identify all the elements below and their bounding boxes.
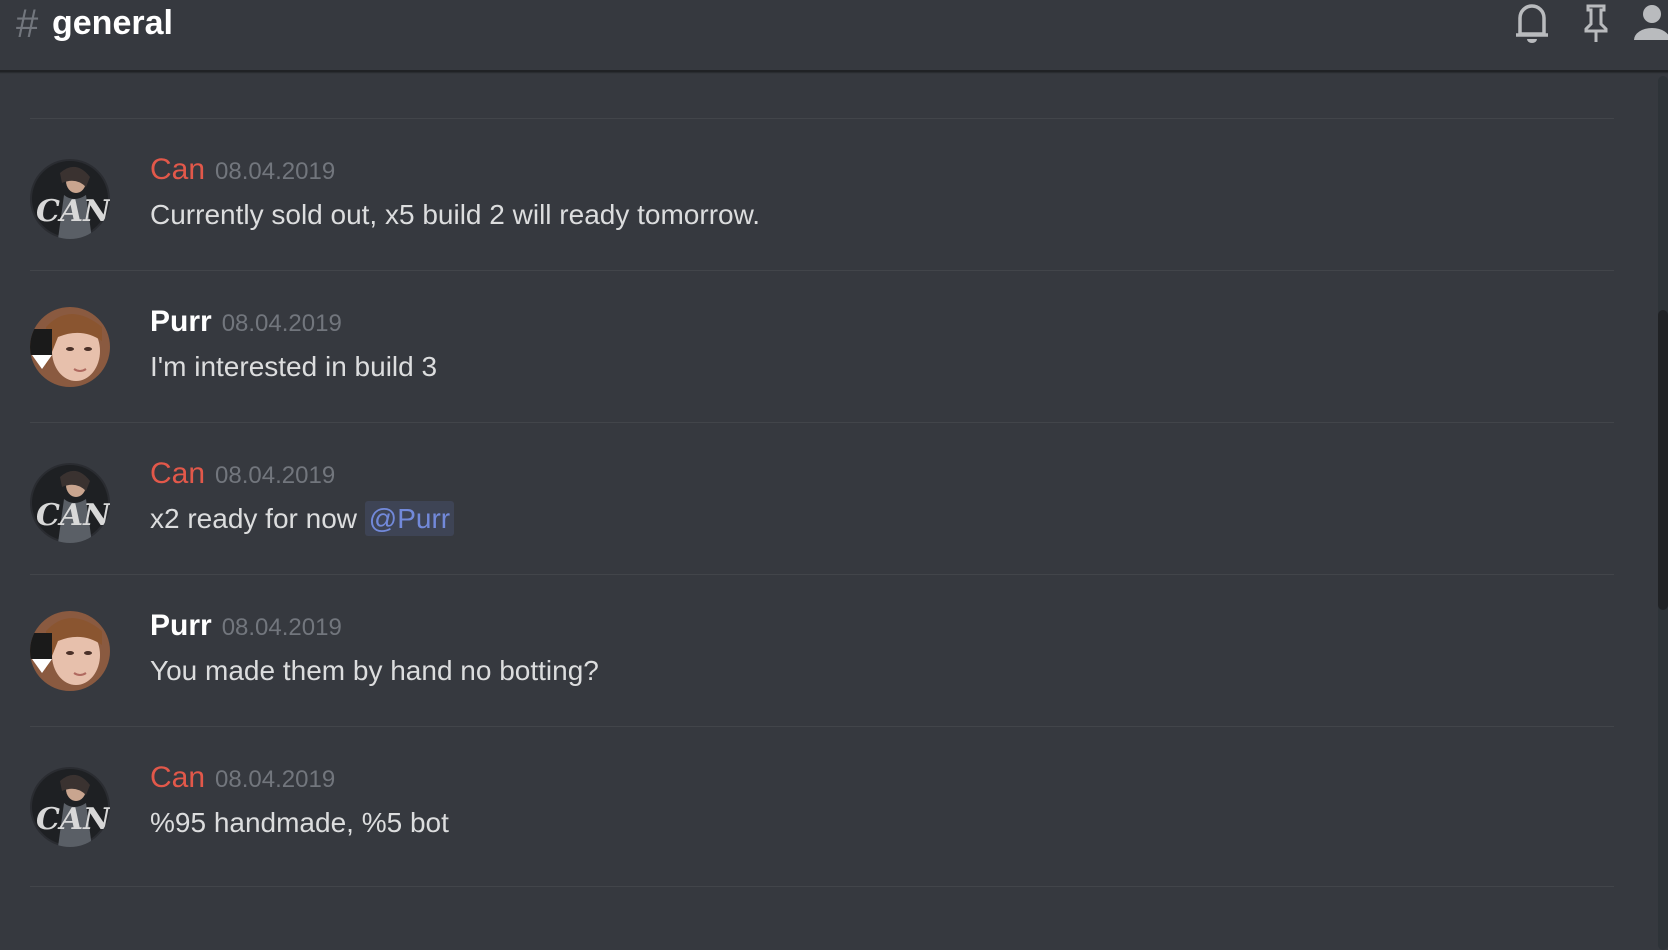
message-timestamp: 08.04.2019 xyxy=(215,158,336,185)
message-text: You made them by hand no botting? xyxy=(150,655,599,686)
avatar-can[interactable]: CAN xyxy=(30,463,110,543)
message-item: CAN Can 08.04.2019 %95 handmade, %5 bot xyxy=(30,726,1614,889)
message-timestamp: 08.04.2019 xyxy=(215,462,336,489)
message-timestamp: 08.04.2019 xyxy=(221,310,342,337)
message-text: Currently sold out, x5 build 2 will read… xyxy=(150,199,761,230)
bell-icon[interactable] xyxy=(1512,2,1552,44)
message-item: CAN Can 08.04.2019 x2 ready for now @Purr xyxy=(30,422,1614,585)
message-item: Purr 08.04.2019 You made them by hand no … xyxy=(30,574,1614,737)
message-author[interactable]: Purr 08.04.2019 xyxy=(150,305,342,339)
message-list[interactable]: CAN Can 08.04.2019 Currently sold out, x5… xyxy=(0,72,1640,950)
svg-text:CAN: CAN xyxy=(36,194,110,229)
scrollbar-thumb[interactable] xyxy=(1658,310,1668,610)
avatar-purr[interactable] xyxy=(30,307,110,387)
message-author[interactable]: Can 08.04.2019 xyxy=(150,457,335,491)
message-text: I'm interested in build 3 xyxy=(150,351,438,382)
channel-hash-icon: # xyxy=(16,2,39,46)
avatar-can[interactable]: CAN xyxy=(30,767,110,847)
message-text: x2 ready for now @Purr xyxy=(150,501,455,536)
message-author[interactable]: Can 08.04.2019 xyxy=(150,153,335,187)
svg-text:CAN: CAN xyxy=(36,802,110,837)
channel-name: general xyxy=(52,4,173,42)
message-item: CAN Can 08.04.2019 Currently sold out, x5… xyxy=(30,118,1614,281)
message-timestamp: 08.04.2019 xyxy=(215,766,336,793)
message-timestamp: 08.04.2019 xyxy=(221,614,342,641)
message-author[interactable]: Can 08.04.2019 xyxy=(150,761,335,795)
user-mention[interactable]: @Purr xyxy=(364,501,455,536)
message-text-body: x2 ready for now xyxy=(150,503,357,534)
message-text: %95 handmade, %5 bot xyxy=(150,807,449,838)
pin-icon[interactable] xyxy=(1576,2,1616,44)
members-icon[interactable] xyxy=(1632,2,1668,44)
svg-text:CAN: CAN xyxy=(36,498,110,533)
message-author[interactable]: Purr 08.04.2019 xyxy=(150,609,342,643)
avatar-purr[interactable] xyxy=(30,611,110,691)
channel-header: # general xyxy=(0,0,1668,72)
message-item: Purr 08.04.2019 I'm interested in build 3 xyxy=(30,270,1614,433)
message-divider xyxy=(30,886,1614,897)
avatar-can[interactable]: CAN xyxy=(30,159,110,239)
